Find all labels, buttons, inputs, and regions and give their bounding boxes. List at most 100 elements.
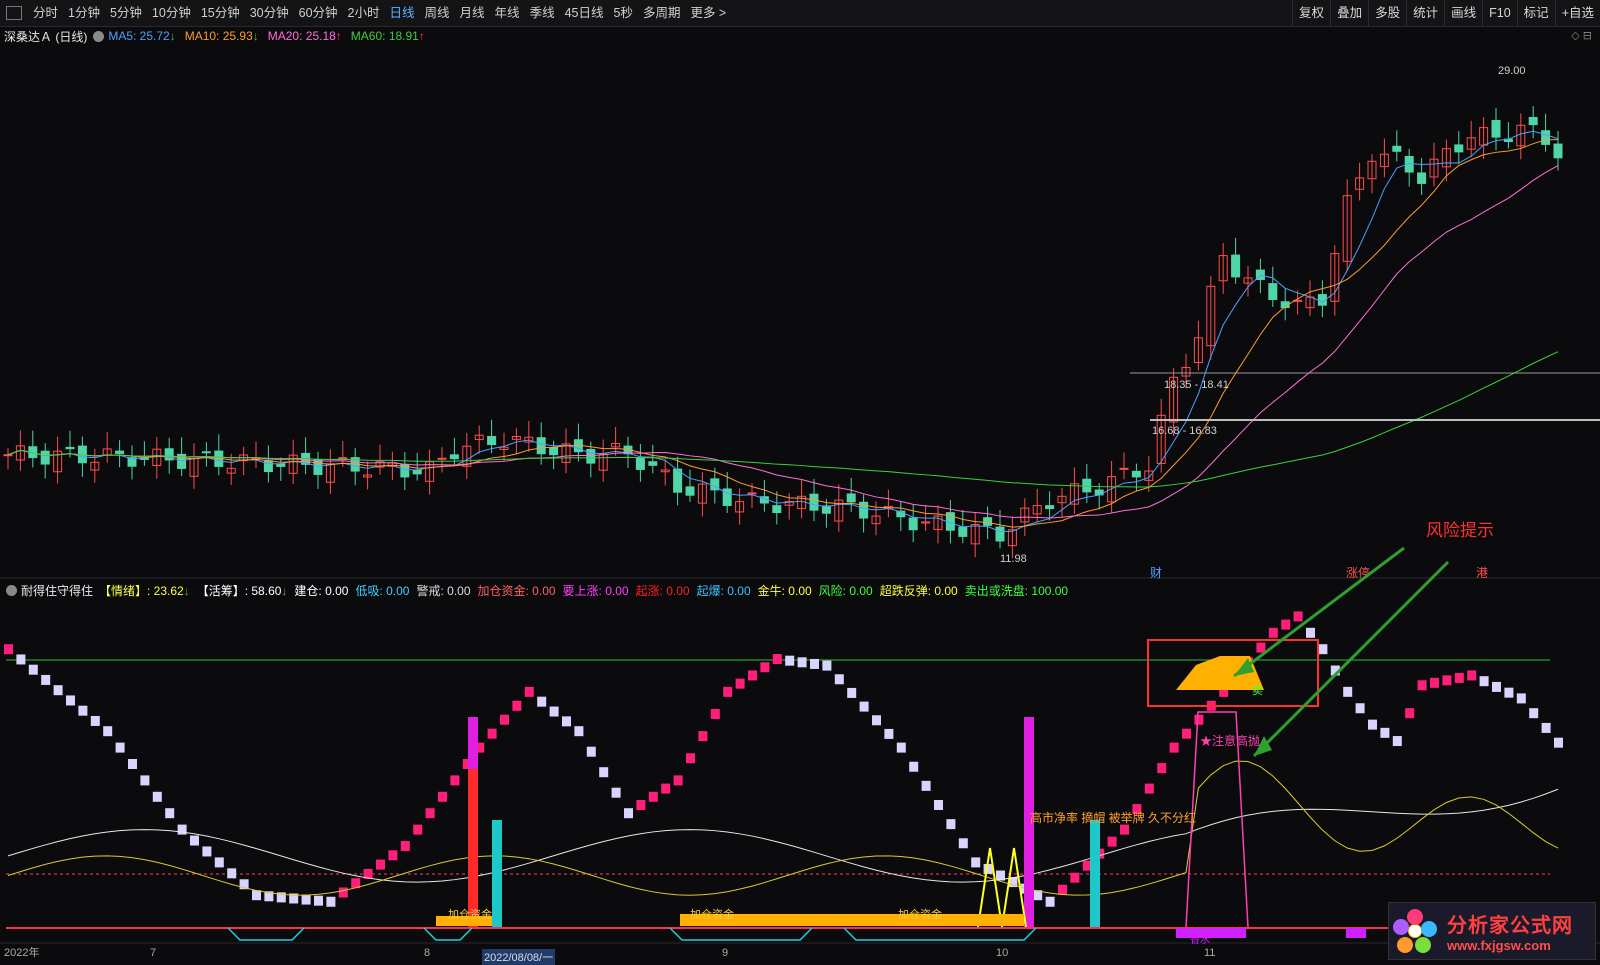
candle-body: [1231, 254, 1241, 278]
oscillator-block: [524, 686, 534, 697]
activity-line: [7, 788, 1559, 883]
oscillator-block: [177, 824, 187, 835]
oscillator-block: [1529, 708, 1539, 719]
x-axis-label: 10: [996, 947, 1008, 959]
oscillator-block: [214, 857, 224, 868]
oscillator-block: [785, 655, 795, 666]
oscillator-block: [921, 780, 931, 791]
oscillator-block: [1405, 708, 1415, 719]
oscillator-block: [376, 859, 385, 870]
oscillator-block: [884, 728, 894, 739]
price-low-label: 11.98: [1000, 553, 1027, 565]
oscillator-block: [1417, 680, 1427, 691]
oscillator-block: [1355, 703, 1365, 714]
oscillator-block: [140, 775, 150, 786]
signal-bar: [468, 717, 478, 769]
oscillator-block: [1368, 719, 1377, 730]
logo-title: 分析家公式网: [1447, 915, 1573, 937]
oscillator-block: [710, 708, 720, 719]
oscillator-block: [1120, 824, 1129, 835]
oscillator-block: [772, 654, 782, 665]
oscillator-block: [1169, 742, 1179, 753]
oscillator-block: [562, 716, 571, 727]
oscillator-block: [748, 670, 757, 681]
oscillator-block: [252, 890, 261, 901]
x-axis-label: 11: [1204, 947, 1215, 959]
oscillator-block: [1281, 619, 1291, 630]
candle-body: [1131, 470, 1141, 478]
x-axis-label: 8: [424, 947, 430, 959]
site-logo: 分析家公式网 www.fxjgsw.com: [1388, 902, 1596, 960]
risk-fill: [1176, 656, 1264, 690]
oscillator-block: [1058, 884, 1067, 895]
bottom-zone: [843, 927, 1037, 941]
oscillator-block: [958, 838, 968, 849]
candle-body: [449, 454, 459, 460]
candle-body: [201, 451, 211, 454]
candle-body: [1268, 283, 1278, 301]
oscillator-block: [1318, 644, 1328, 655]
oscillator-block: [810, 658, 819, 669]
candle-body: [958, 526, 968, 537]
oscillator-block: [1554, 737, 1563, 748]
candle-body: [747, 492, 757, 495]
oscillator-block: [4, 644, 13, 655]
candle-body: [40, 450, 50, 465]
oscillator-block: [1454, 672, 1464, 683]
candle-body: [809, 493, 819, 511]
candle-body: [685, 486, 695, 496]
oscillator-block: [574, 726, 584, 737]
candle-body: [115, 450, 125, 454]
oscillator-block: [1144, 783, 1154, 794]
oscillator-block: [735, 678, 745, 689]
oscillator-block: [909, 761, 919, 772]
oscillator-block: [537, 696, 547, 707]
candle-body: [437, 457, 447, 460]
stock-chart[interactable]: 18.35 - 18.4116.68 - 16.8329.0011.98财 涨停港…: [0, 0, 1600, 960]
fund-label: 加仓资金: [898, 907, 942, 921]
oscillator-block: [1442, 675, 1452, 686]
oscillator-block: [1380, 727, 1390, 738]
oscillator-block: [512, 700, 522, 711]
candle-body: [772, 505, 782, 514]
candle-body: [1119, 467, 1129, 470]
flower-logo-icon: [1393, 909, 1437, 953]
oscillator-block: [1293, 611, 1303, 622]
oscillator-block: [301, 894, 311, 905]
candle-body: [1491, 120, 1501, 138]
bottom-zone: [227, 927, 305, 941]
logo-url: www.fxjgsw.com: [1447, 938, 1551, 953]
oscillator-block: [388, 850, 398, 861]
candle-body: [1082, 478, 1092, 493]
oscillator-block: [859, 701, 869, 712]
oscillator-block: [822, 660, 832, 671]
ma5-line: [7, 130, 1559, 533]
oscillator-block: [896, 742, 906, 753]
candle-body: [1454, 144, 1464, 153]
oscillator-block: [128, 759, 137, 769]
oscillator-block: [1541, 722, 1551, 733]
candle-body: [487, 435, 497, 446]
oscillator-block: [66, 695, 75, 706]
candle-body: [908, 517, 918, 531]
oscillator-block: [1045, 896, 1055, 907]
candle-body: [1541, 130, 1551, 145]
price-high-label: 29.00: [1498, 65, 1526, 77]
range-label-upper: 18.35 - 18.41: [1164, 379, 1229, 391]
oscillator-block: [400, 841, 410, 851]
attention-label: ★注意高抛: [1200, 733, 1260, 748]
oscillator-block: [115, 742, 125, 753]
oscillator-block: [723, 686, 733, 697]
oscillator-block: [698, 731, 708, 742]
oscillator-block: [16, 654, 26, 665]
candle-body: [1417, 172, 1427, 184]
emotion-line: [7, 760, 1559, 896]
candle-body: [3, 454, 13, 457]
fund-label: 加仓资金: [448, 907, 492, 921]
x-axis-label: 7: [150, 947, 156, 959]
oscillator-block: [500, 714, 509, 725]
oscillator-block: [946, 819, 956, 830]
candle-body: [995, 526, 1005, 542]
event-tag: 港: [1476, 566, 1488, 580]
bottom-zone: [669, 927, 813, 941]
